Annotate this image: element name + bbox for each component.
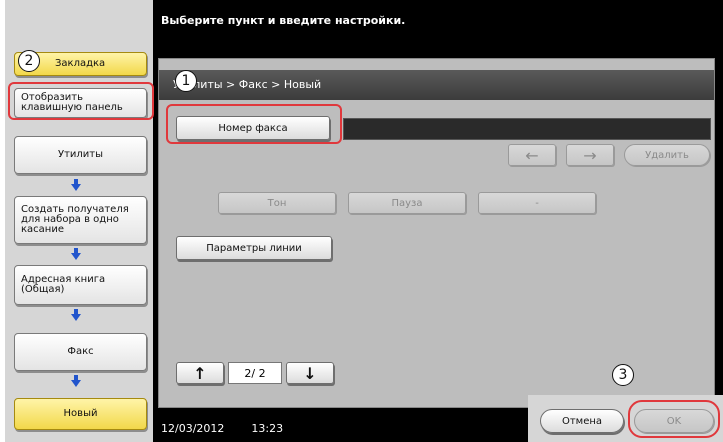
down-arrow-icon: [71, 375, 81, 387]
cursor-left-button[interactable]: ←: [508, 144, 556, 166]
nav-item-label: Адресная книга (Общая): [21, 274, 106, 295]
tone-label: Тон: [267, 197, 287, 209]
pause-label: Пауза: [391, 197, 423, 209]
status-bar: 12/03/2012 13:23: [153, 408, 543, 442]
dash-label: -: [535, 197, 539, 209]
page-down-button[interactable]: ↓: [286, 362, 334, 384]
line-parameters-label: Параметры линии: [206, 242, 302, 254]
callout-3: 3: [612, 364, 634, 386]
pause-button[interactable]: Пауза: [348, 192, 466, 214]
fax-number-input[interactable]: [343, 118, 711, 140]
nav-item-utilities[interactable]: Утилиты: [14, 136, 147, 174]
right-arrow-icon: →: [583, 145, 597, 165]
callout-1: 1: [175, 70, 197, 92]
highlight-ok-button: [628, 400, 720, 438]
highlight-keypad-button: [8, 82, 154, 120]
down-arrow-icon: [71, 248, 81, 260]
left-arrow-icon: ←: [525, 145, 539, 165]
nav-item-new[interactable]: Новый: [14, 398, 147, 430]
page-up-button[interactable]: ↑: [176, 362, 224, 384]
delete-button[interactable]: Удалить: [624, 144, 710, 166]
cursor-right-button[interactable]: →: [566, 144, 614, 166]
bookmark-label: Закладка: [55, 58, 106, 69]
nav-item-label: Утилиты: [57, 149, 104, 160]
status-date: 12/03/2012: [161, 422, 225, 435]
breadcrumb: Утилиты > Факс > Новый: [159, 70, 714, 100]
nav-item-label: Новый: [63, 408, 98, 419]
highlight-fax-number-button: [166, 104, 342, 144]
tone-button[interactable]: Тон: [218, 192, 336, 214]
down-arrow-icon: [71, 309, 81, 321]
nav-item-address-book[interactable]: Адресная книга (Общая): [14, 265, 147, 305]
nav-item-label: Факс: [67, 346, 94, 357]
cancel-button[interactable]: Отмена: [540, 409, 624, 433]
dash-button[interactable]: -: [478, 192, 596, 214]
page-indicator: 2/ 2: [228, 362, 282, 384]
callout-2: 2: [18, 50, 40, 72]
instruction-message: Выберите пункт и введите настройки.: [153, 0, 723, 40]
nav-item-label: Создать получателя для набора в одно кас…: [21, 204, 129, 235]
status-time: 13:23: [251, 422, 284, 435]
line-parameters-button[interactable]: Параметры линии: [176, 236, 332, 260]
down-arrow-icon: [71, 179, 81, 191]
cancel-label: Отмена: [561, 415, 603, 427]
nav-item-fax[interactable]: Факс: [14, 333, 147, 371]
down-arrow-icon: ↓: [303, 363, 317, 383]
nav-item-one-touch[interactable]: Создать получателя для набора в одно кас…: [14, 196, 147, 244]
delete-label: Удалить: [645, 149, 689, 161]
up-arrow-icon: ↑: [193, 363, 207, 383]
